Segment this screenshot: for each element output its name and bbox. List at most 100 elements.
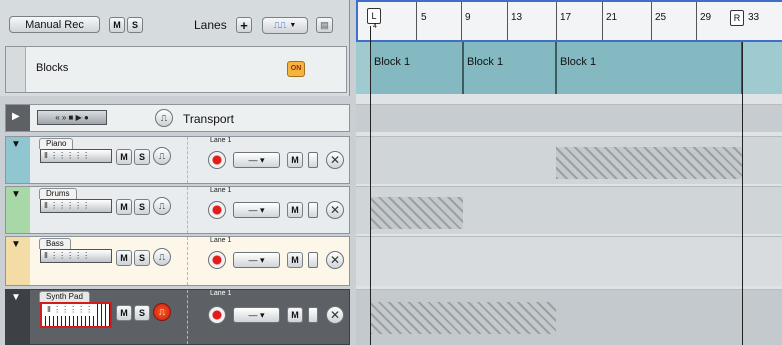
blocks-lane[interactable]: Block 1 Block 1 Block 1: [356, 42, 782, 94]
automation-icon[interactable]: ⎍: [155, 109, 173, 127]
drums-lane[interactable]: [356, 186, 782, 234]
ruler-number: 21: [606, 12, 618, 23]
track-name-label[interactable]: Bass: [39, 238, 71, 249]
block-clip[interactable]: Block 1: [463, 42, 556, 94]
ruler-number: 29: [700, 12, 712, 23]
ruler[interactable]: L 4 R 5 9 13 17 21 25 29 33: [356, 0, 782, 42]
collapse-arrow-icon: ▼: [11, 139, 21, 150]
automation-icon[interactable]: ⎍: [153, 197, 171, 215]
collapse-arrow-icon: ▼: [11, 189, 21, 200]
lane-dropdown[interactable]: — ▾: [233, 307, 280, 323]
block-clip[interactable]: Block 1: [370, 42, 463, 94]
track-name-label[interactable]: Piano: [39, 138, 74, 149]
sequencer-area[interactable]: L 4 R 5 9 13 17 21 25 29 33 Block 1 Bloc…: [356, 0, 782, 345]
keyboard-icon[interactable]: Ⅱ ⋮⋮⋮⋮⋮: [40, 199, 112, 213]
lane-solo-button[interactable]: [308, 152, 318, 168]
record-enable-button[interactable]: [208, 201, 226, 219]
track-color-tab: ▼: [6, 290, 30, 344]
keyboard-label: Ⅱ ⋮⋮⋮⋮⋮: [45, 304, 96, 316]
track-synth-pad[interactable]: ▼ Synth Pad Ⅱ ⋮⋮⋮⋮⋮ M S ⎍ Lane 1 — ▾ M ✕: [5, 289, 350, 345]
lane-type-dropdown[interactable]: ⎍⎍ ▼: [262, 17, 308, 34]
solo-button[interactable]: S: [134, 149, 150, 165]
manual-rec-button[interactable]: Manual Rec: [9, 16, 100, 33]
track-name-label[interactable]: Synth Pad: [39, 291, 90, 302]
automation-icon[interactable]: ⎍: [153, 147, 171, 165]
lane-strip: Lane 1 — ▾ M ✕: [187, 137, 347, 183]
ruler-number: 5: [421, 12, 427, 23]
track-drums[interactable]: ▼ Drums Ⅱ ⋮⋮⋮⋮⋮ M S ⎍ Lane 1 — ▾ M ✕: [5, 186, 350, 234]
global-solo-button[interactable]: S: [127, 17, 143, 33]
record-enable-button[interactable]: [208, 306, 226, 324]
lane-mute-button[interactable]: M: [287, 152, 303, 168]
lane-options-icon[interactable]: ▤: [316, 17, 333, 33]
keyboard-icon[interactable]: Ⅱ ⋮⋮⋮⋮⋮: [40, 302, 112, 328]
muted-clip[interactable]: [370, 197, 463, 229]
track-name-label[interactable]: Drums: [39, 188, 77, 199]
record-enable-button[interactable]: [208, 151, 226, 169]
synth-pad-lane[interactable]: [356, 289, 782, 345]
block-label: Block 1: [560, 56, 597, 68]
lane-mute-button[interactable]: M: [287, 252, 303, 268]
ruler-number: 9: [465, 12, 471, 23]
keyboard-icon[interactable]: Ⅱ ⋮⋮⋮⋮⋮: [40, 249, 112, 263]
blocks-on-toggle[interactable]: ON: [287, 61, 305, 77]
lane-label: Lane 1: [210, 290, 232, 297]
end-marker-line[interactable]: [742, 42, 743, 345]
block-clip[interactable]: Block 1: [556, 42, 742, 94]
lane-label: Lane 1: [210, 137, 232, 144]
lane-dropdown[interactable]: — ▾: [233, 152, 280, 168]
delete-lane-icon[interactable]: ✕: [326, 151, 344, 169]
lane-mute-button[interactable]: M: [287, 307, 303, 323]
lane-label: Lane 1: [210, 237, 232, 244]
lane-dropdown[interactable]: — ▾: [233, 252, 280, 268]
left-locator-marker[interactable]: L: [367, 8, 381, 24]
mute-button[interactable]: M: [116, 250, 132, 266]
solo-button[interactable]: S: [134, 250, 150, 266]
ruler-number: 13: [511, 12, 523, 23]
ruler-tick: [651, 2, 652, 40]
muted-clip[interactable]: [370, 302, 556, 334]
mute-button[interactable]: M: [116, 305, 132, 321]
track-color-tab: ▼: [6, 137, 30, 183]
lane-label: Lane 1: [210, 187, 232, 194]
delete-lane-icon[interactable]: ✕: [326, 251, 344, 269]
keyboard-icon[interactable]: Ⅱ ⋮⋮⋮⋮⋮: [40, 149, 112, 163]
track-bass[interactable]: ▼ Bass Ⅱ ⋮⋮⋮⋮⋮ M S ⎍ Lane 1 — ▾ M ✕: [5, 236, 350, 286]
chevron-down-icon: ▼: [289, 22, 297, 29]
ruler-tick: [556, 2, 557, 40]
song-position-line[interactable]: [370, 26, 371, 345]
solo-button[interactable]: S: [134, 199, 150, 215]
lane-solo-button[interactable]: [308, 252, 318, 268]
piano-lane[interactable]: [356, 136, 782, 184]
global-mute-button[interactable]: M: [109, 17, 125, 33]
muted-clip[interactable]: [556, 147, 742, 179]
transport-label: Transport: [183, 112, 234, 126]
lane-dropdown[interactable]: — ▾: [233, 202, 280, 218]
transport-tab: ▶: [6, 105, 30, 131]
blocks-label: Blocks: [36, 62, 69, 74]
delete-lane-icon[interactable]: ✕: [326, 201, 344, 219]
right-locator-marker[interactable]: R: [730, 10, 744, 26]
waveform-icon: ⎍⎍: [273, 20, 287, 30]
blocks-track-row[interactable]: Blocks ON: [5, 46, 347, 93]
record-enable-button[interactable]: [208, 251, 226, 269]
lane-strip: Lane 1 — ▾ M ✕: [187, 237, 347, 285]
lane-solo-button[interactable]: [308, 307, 318, 323]
ruler-tick: [461, 2, 462, 40]
lane-solo-button[interactable]: [308, 202, 318, 218]
lanes-label: Lanes: [194, 18, 227, 32]
delete-lane-icon[interactable]: ✕: [326, 306, 344, 324]
automation-icon[interactable]: ⎍: [153, 303, 171, 321]
transport-track[interactable]: ▶ « » ■ ▶ ● ⎍ Transport: [5, 104, 350, 132]
lane-mute-button[interactable]: M: [287, 202, 303, 218]
add-lane-button[interactable]: +: [236, 17, 252, 33]
mute-button[interactable]: M: [116, 149, 132, 165]
bass-lane[interactable]: [356, 236, 782, 286]
solo-button[interactable]: S: [134, 305, 150, 321]
transport-mini-controls[interactable]: « » ■ ▶ ●: [37, 110, 107, 125]
mute-button[interactable]: M: [116, 199, 132, 215]
track-piano[interactable]: ▼ Piano Ⅱ ⋮⋮⋮⋮⋮ M S ⎍ Lane 1 — ▾ M ✕: [5, 136, 350, 184]
transport-lane[interactable]: [356, 104, 782, 132]
automation-icon[interactable]: ⎍: [153, 248, 171, 266]
ruler-tick: [416, 2, 417, 40]
